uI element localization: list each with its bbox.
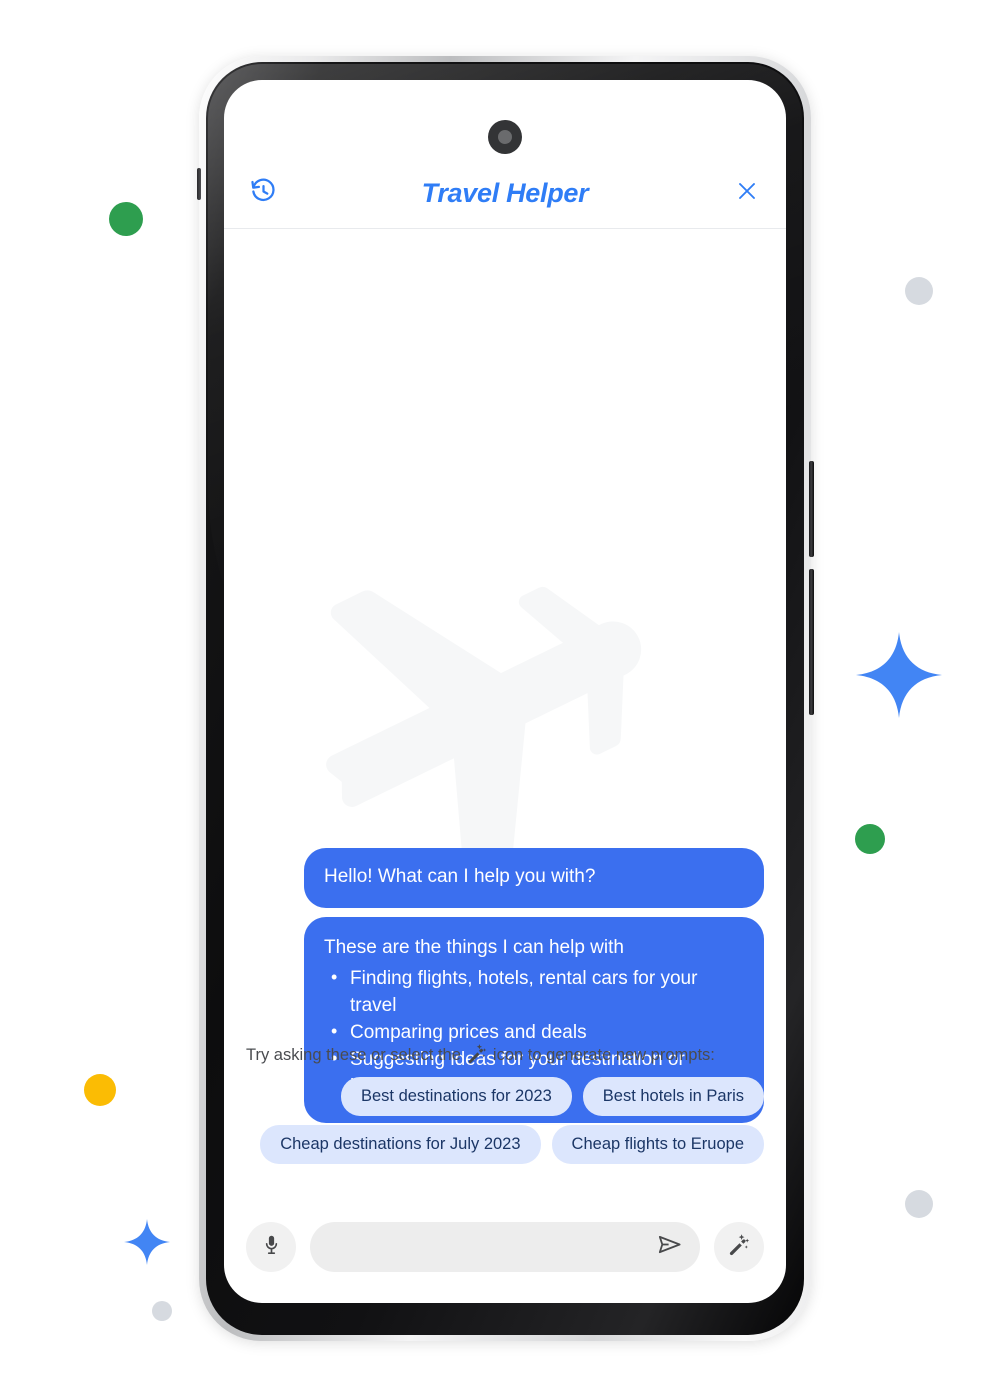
- generate-prompts-button[interactable]: [714, 1222, 764, 1272]
- message-input-container[interactable]: [310, 1222, 700, 1272]
- decorative-dot-green: [109, 202, 143, 236]
- power-button[interactable]: [809, 461, 814, 557]
- prompt-row: Best destinations for 2023 Best hotels i…: [246, 1077, 764, 1116]
- send-icon: [656, 1231, 683, 1263]
- history-icon: [250, 178, 277, 210]
- sparkle-icon: [856, 630, 942, 725]
- input-bar: [224, 1207, 786, 1287]
- decorative-dot-gray: [152, 1301, 172, 1321]
- message-bubble-greeting: Hello! What can I help you with?: [304, 848, 764, 908]
- list-item: Finding flights, hotels, rental cars for…: [331, 965, 744, 1020]
- decorative-dot-gray: [905, 277, 933, 305]
- decorative-dot-yellow: [84, 1074, 116, 1106]
- magic-wand-icon: [727, 1233, 751, 1262]
- prompt-chip[interactable]: Cheap flights to Eruope: [551, 1125, 764, 1164]
- send-button[interactable]: [654, 1232, 684, 1262]
- phone-mockup: Travel Helper Hello! What can I help you…: [197, 56, 814, 1341]
- prompt-row: Cheap destinations for July 2023 Cheap f…: [246, 1125, 764, 1164]
- message-input[interactable]: [332, 1236, 654, 1258]
- history-button[interactable]: [246, 177, 280, 211]
- capabilities-heading: These are the things I can help with: [324, 936, 624, 958]
- microphone-icon: [261, 1234, 282, 1260]
- conversation-area: Hello! What can I help you with? These a…: [224, 230, 786, 1185]
- prompt-hint-before: Try asking these or select the: [246, 1045, 461, 1064]
- close-icon: [735, 179, 759, 208]
- phone-screen: Travel Helper Hello! What can I help you…: [224, 80, 786, 1303]
- volume-button[interactable]: [809, 569, 814, 715]
- magic-wand-icon: [466, 1043, 488, 1065]
- suggested-prompts: Try asking these or select the icon to g…: [224, 1044, 786, 1185]
- camera-lens: [498, 130, 512, 144]
- prompt-chip[interactable]: Best destinations for 2023: [340, 1077, 572, 1116]
- airplane-icon: [290, 505, 720, 897]
- front-camera: [488, 120, 522, 154]
- decorative-dot-green: [855, 824, 885, 854]
- message-text: Hello! What can I help you with?: [324, 866, 596, 888]
- prompt-chip[interactable]: Best hotels in Paris: [582, 1077, 764, 1116]
- prompt-chip[interactable]: Cheap destinations for July 2023: [260, 1125, 541, 1164]
- close-button[interactable]: [730, 177, 764, 211]
- prompt-hint: Try asking these or select the icon to g…: [246, 1044, 764, 1066]
- prompt-hint-after: icon to generate new prompts:: [492, 1045, 715, 1064]
- microphone-button[interactable]: [246, 1222, 296, 1272]
- app-header: Travel Helper: [224, 159, 786, 229]
- decorative-dot-gray: [905, 1190, 933, 1218]
- sparkle-icon: [124, 1218, 170, 1271]
- page-title: Travel Helper: [421, 178, 589, 208]
- sim-tray: [197, 168, 201, 200]
